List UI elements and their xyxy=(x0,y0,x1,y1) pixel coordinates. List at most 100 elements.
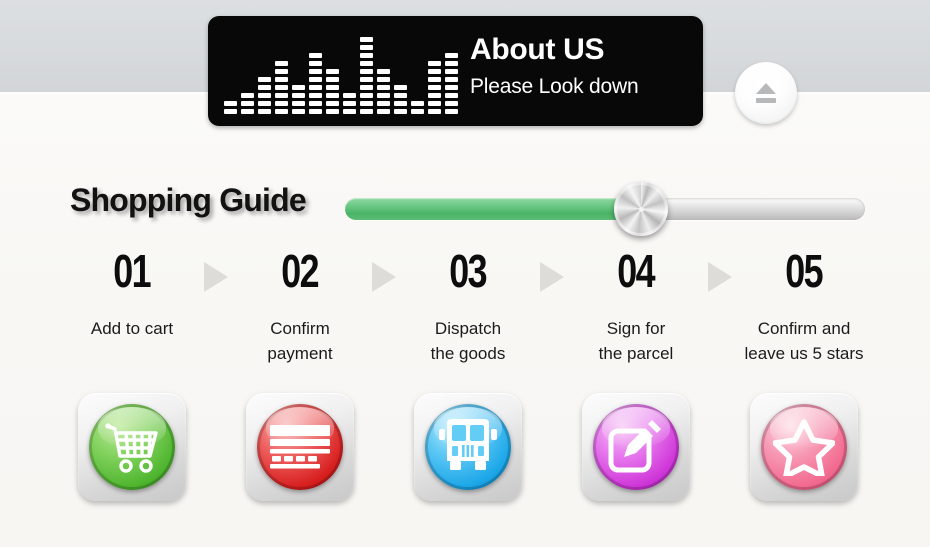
equalizer-segment xyxy=(224,109,237,114)
equalizer-column xyxy=(445,53,458,114)
equalizer-segment xyxy=(275,77,288,82)
equalizer-segment xyxy=(275,93,288,98)
step-01: 01 Add to cart xyxy=(62,246,202,341)
tile-cell xyxy=(566,393,706,501)
equalizer-segment xyxy=(258,101,271,106)
tile-cell xyxy=(230,393,370,501)
icon-tile-03[interactable] xyxy=(414,393,522,501)
equalizer-segment xyxy=(445,101,458,106)
equalizer-segment xyxy=(394,93,407,98)
equalizer-segment xyxy=(394,101,407,106)
step-number: 02 xyxy=(281,245,320,297)
equalizer-segment xyxy=(360,101,373,106)
equalizer-column xyxy=(428,61,441,114)
equalizer-segment xyxy=(377,93,390,98)
equalizer-segment xyxy=(411,101,424,106)
step-number: 03 xyxy=(449,245,488,297)
equalizer-column xyxy=(326,69,339,114)
arrow-right-triangle-glyph xyxy=(204,262,228,292)
equalizer-column xyxy=(360,37,373,114)
step-label: Confirm payment xyxy=(267,319,333,363)
equalizer-segment xyxy=(445,85,458,90)
equalizer-segment xyxy=(241,109,254,114)
equalizer-segment xyxy=(275,69,288,74)
equalizer-segment xyxy=(360,109,373,114)
progress-slider[interactable] xyxy=(345,182,865,236)
equalizer-segment xyxy=(360,69,373,74)
tile-cell xyxy=(734,393,874,501)
equalizer-segment xyxy=(309,77,322,82)
step-04: 04 Sign for the parcel xyxy=(566,246,706,366)
step-label: Confirm and leave us 5 stars xyxy=(744,319,864,363)
tile-cell xyxy=(398,393,538,501)
equalizer-segment xyxy=(343,109,356,114)
equalizer-segment xyxy=(258,109,271,114)
equalizer-segment xyxy=(428,101,441,106)
equalizer-segment xyxy=(309,69,322,74)
icon-tile-04[interactable] xyxy=(582,393,690,501)
about-us-banner: About US Please Look down xyxy=(208,16,703,126)
equalizer-segment xyxy=(309,85,322,90)
equalizer-segment xyxy=(309,109,322,114)
step-05: 05 Confirm and leave us 5 stars xyxy=(734,246,874,366)
equalizer-segment xyxy=(343,93,356,98)
equalizer-segment xyxy=(343,101,356,106)
about-us-page: About US Please Look down Shopping Guide… xyxy=(0,0,930,547)
equalizer-bars-icon xyxy=(224,37,458,114)
equalizer-segment xyxy=(360,93,373,98)
banner-title: About US xyxy=(470,33,605,66)
equalizer-column xyxy=(275,61,288,114)
credit-card-icon[interactable] xyxy=(257,404,343,490)
star-icon[interactable] xyxy=(761,404,847,490)
slider-knob[interactable] xyxy=(614,182,669,236)
equalizer-segment xyxy=(275,61,288,66)
step-03: 03 Dispatch the goods xyxy=(398,246,538,366)
equalizer-column xyxy=(343,93,356,114)
equalizer-segment xyxy=(411,109,424,114)
equalizer-column xyxy=(411,101,424,114)
equalizer-column xyxy=(258,77,271,114)
equalizer-segment xyxy=(258,85,271,90)
equalizer-segment xyxy=(428,61,441,66)
equalizer-segment xyxy=(326,93,339,98)
step-02: 02 Confirm payment xyxy=(230,246,370,366)
eject-button[interactable] xyxy=(735,62,797,124)
equalizer-segment xyxy=(326,109,339,114)
eject-icon-bar xyxy=(756,98,776,103)
equalizer-segment xyxy=(326,101,339,106)
equalizer-segment xyxy=(258,77,271,82)
equalizer-segment xyxy=(292,93,305,98)
equalizer-segment xyxy=(326,85,339,90)
arrow-right-triangle-glyph xyxy=(540,262,564,292)
equalizer-segment xyxy=(360,37,373,42)
equalizer-segment xyxy=(377,69,390,74)
icon-tiles-row xyxy=(62,393,874,501)
equalizer-segment xyxy=(377,109,390,114)
icon-tile-05[interactable] xyxy=(750,393,858,501)
equalizer-segment xyxy=(275,101,288,106)
banner-subtitle: Please Look down xyxy=(470,75,639,98)
delivery-bus-icon[interactable] xyxy=(425,404,511,490)
equalizer-column xyxy=(394,85,407,114)
equalizer-segment xyxy=(445,53,458,58)
icon-tile-01[interactable] xyxy=(78,393,186,501)
step-number: 05 xyxy=(785,245,824,297)
tile-cell xyxy=(62,393,202,501)
step-number: 04 xyxy=(617,245,656,297)
equalizer-segment xyxy=(377,101,390,106)
equalizer-segment xyxy=(224,101,237,106)
arrow-right-triangle-icon xyxy=(538,262,566,292)
equalizer-column xyxy=(292,85,305,114)
equalizer-segment xyxy=(394,85,407,90)
equalizer-segment xyxy=(292,109,305,114)
step-number: 01 xyxy=(113,245,152,297)
equalizer-segment xyxy=(377,85,390,90)
icon-tile-02[interactable] xyxy=(246,393,354,501)
banner-text-group: About US Please Look down xyxy=(470,32,685,101)
eject-icon xyxy=(756,83,776,94)
equalizer-segment xyxy=(241,101,254,106)
equalizer-segment xyxy=(360,85,373,90)
shopping-cart-icon[interactable] xyxy=(89,404,175,490)
equalizer-column xyxy=(241,93,254,114)
sign-pencil-icon[interactable] xyxy=(593,404,679,490)
